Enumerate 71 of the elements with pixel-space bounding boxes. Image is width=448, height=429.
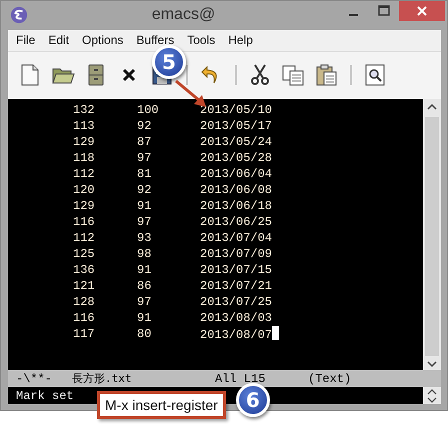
text-line: 121 (73, 278, 96, 294)
text-line: 125 (73, 246, 96, 262)
text-cursor (272, 326, 280, 340)
text-line: 120 (73, 182, 96, 198)
text-line: 112 (73, 230, 96, 246)
major-mode: (Text) (308, 372, 352, 386)
text-line: 118 (73, 150, 96, 166)
text-line: 136 (73, 262, 96, 278)
search-icon[interactable] (363, 63, 387, 88)
text-line: 2013/06/08 (200, 182, 272, 198)
text-line: 2013/05/28 (200, 150, 272, 166)
text-line: 132 (73, 102, 96, 118)
text-line: 128 (73, 294, 96, 310)
text-line: 98 (137, 246, 152, 262)
text-line: 113 (73, 118, 96, 134)
text-line: 2013/07/25 (200, 294, 272, 310)
text-line: 93 (137, 230, 152, 246)
text-line: 116 (73, 214, 96, 230)
menu-item[interactable]: Tools (181, 33, 222, 48)
menu-item[interactable]: Edit (42, 33, 76, 48)
text-line: 2013/06/25 (200, 214, 272, 230)
text-line: 2013/05/24 (200, 134, 272, 150)
text-line: 2013/07/09 (200, 246, 272, 262)
echo-message: Mark set (16, 388, 74, 402)
scroll-arrows-icon[interactable] (423, 387, 441, 404)
text-line: 2013/05/17 (200, 118, 272, 134)
scrollbar[interactable] (423, 98, 441, 370)
text-line: 2013/07/04 (200, 230, 272, 246)
scissors-icon[interactable] (248, 63, 272, 88)
text-line: 81 (137, 166, 152, 182)
text-line: 91 (137, 262, 152, 278)
text-line: 129 (73, 134, 96, 150)
menu-item[interactable]: File (10, 33, 42, 48)
text-line: 80 (137, 326, 152, 343)
text-line: 86 (137, 278, 152, 294)
callout-label: M-x insert-register (97, 391, 226, 419)
text-line: 92 (137, 118, 152, 134)
close-button[interactable] (399, 1, 445, 21)
buffer-name: 長方形.txt (72, 371, 132, 386)
text-line: 97 (137, 214, 152, 230)
text-line: 87 (137, 134, 152, 150)
text-line: 2013/08/03 (200, 310, 272, 326)
text-line: 112 (73, 166, 96, 182)
copy-icon[interactable] (281, 63, 305, 88)
maximize-icon[interactable] (378, 5, 390, 17)
text-line: 116 (73, 310, 96, 326)
text-line: 2013/07/21 (200, 278, 272, 294)
menu-item[interactable]: Options (76, 33, 130, 48)
text-line: 92 (137, 182, 152, 198)
text-line: 2013/08/07 (200, 326, 280, 343)
app-icon (10, 6, 28, 24)
menu-item[interactable]: Help (222, 33, 259, 48)
text-line: 97 (137, 150, 152, 166)
close-icon (416, 5, 428, 17)
text-line: 129 (73, 198, 96, 214)
text-line: 100 (137, 102, 160, 118)
text-line: 91 (137, 198, 152, 214)
text-line: 2013/05/10 (200, 102, 272, 118)
scroll-down-icon[interactable] (427, 360, 437, 368)
clipboard-icon[interactable] (314, 63, 338, 88)
text-line: 97 (137, 294, 152, 310)
scroll-up-icon[interactable] (427, 102, 437, 111)
line-position: All L15 (215, 372, 266, 386)
text-line: 91 (137, 310, 152, 326)
text-line: 2013/06/04 (200, 166, 272, 182)
text-line: 2013/06/18 (200, 198, 272, 214)
text-line: 117 (73, 326, 96, 343)
window-title: emacs@ (152, 6, 216, 24)
text-line: 2013/07/15 (200, 262, 272, 278)
modified-indicator: -\**- (16, 372, 54, 386)
menu-item[interactable]: Buffers (130, 33, 180, 48)
